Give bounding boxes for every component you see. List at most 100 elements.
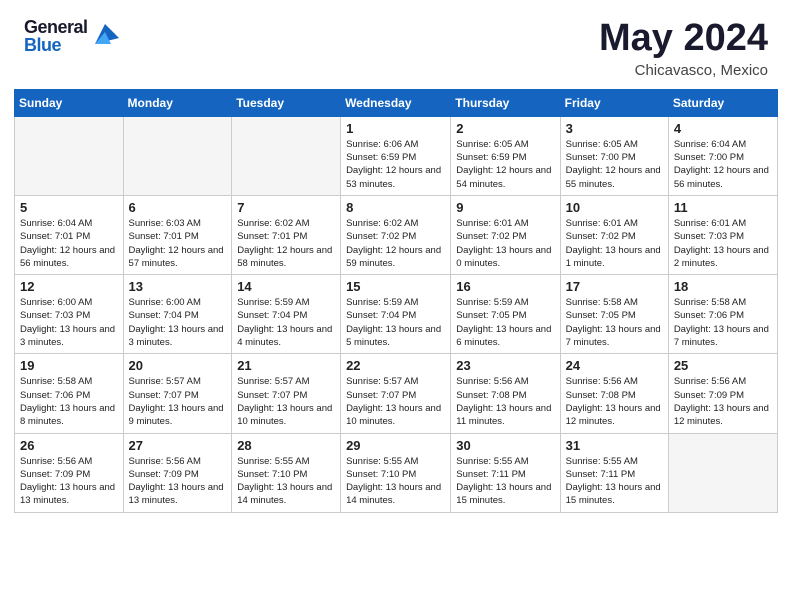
calendar-cell: 19Sunrise: 5:58 AMSunset: 7:06 PMDayligh…	[15, 354, 124, 433]
calendar-cell: 21Sunrise: 5:57 AMSunset: 7:07 PMDayligh…	[232, 354, 341, 433]
weekday-header-monday: Monday	[123, 89, 232, 116]
calendar-cell	[668, 433, 777, 512]
weekday-header-thursday: Thursday	[451, 89, 560, 116]
calendar-cell: 16 Sunrise: 5:59 AMSunset: 7:05 PMDayligh…	[451, 275, 560, 354]
calendar-cell: 4 Sunrise: 6:04 AMSunset: 7:00 PMDaylight…	[668, 116, 777, 195]
day-number: 26	[20, 438, 118, 453]
month-title: May 2024	[599, 18, 768, 60]
logo-blue: Blue	[24, 36, 88, 54]
day-number: 12	[20, 279, 118, 294]
cell-text: Sunrise: 5:58 AMSunset: 7:05 PMDaylight:…	[566, 296, 663, 349]
calendar-cell: 6Sunrise: 6:03 AMSunset: 7:01 PMDaylight…	[123, 195, 232, 274]
page: General Blue May 2024 Chicavasco, Mexico…	[0, 0, 792, 612]
week-row-1: 1 Sunrise: 6:06 AMSunset: 6:59 PMDaylight…	[15, 116, 778, 195]
calendar-cell: 2Sunrise: 6:05 AMSunset: 6:59 PMDaylight…	[451, 116, 560, 195]
cell-text: Sunrise: 5:59 AMSunset: 7:04 PMDaylight:…	[346, 296, 445, 349]
calendar-cell: 18 Sunrise: 5:58 AMSunset: 7:06 PMDayligh…	[668, 275, 777, 354]
day-number: 9	[456, 200, 554, 215]
cell-text: Sunrise: 6:02 AMSunset: 7:02 PMDaylight:…	[346, 217, 445, 270]
day-number: 21	[237, 358, 335, 373]
day-number: 25	[674, 358, 772, 373]
calendar-cell: 5Sunrise: 6:04 AMSunset: 7:01 PMDaylight…	[15, 195, 124, 274]
calendar-cell: 25 Sunrise: 5:56 AMSunset: 7:09 PMDayligh…	[668, 354, 777, 433]
calendar-cell: 26 Sunrise: 5:56 AMSunset: 7:09 PMDayligh…	[15, 433, 124, 512]
logo-icon	[91, 20, 119, 48]
day-number: 20	[129, 358, 227, 373]
day-number: 30	[456, 438, 554, 453]
day-number: 3	[566, 121, 663, 136]
calendar-cell: 31Sunrise: 5:55 AMSunset: 7:11 PMDayligh…	[560, 433, 668, 512]
day-number: 18	[674, 279, 772, 294]
day-number: 11	[674, 200, 772, 215]
day-number: 4	[674, 121, 772, 136]
header: General Blue May 2024 Chicavasco, Mexico	[0, 0, 792, 89]
calendar-cell: 1 Sunrise: 6:06 AMSunset: 6:59 PMDaylight…	[341, 116, 451, 195]
calendar-cell: 3 Sunrise: 6:05 AMSunset: 7:00 PMDaylight…	[560, 116, 668, 195]
location: Chicavasco, Mexico	[599, 62, 768, 79]
day-number: 2	[456, 121, 554, 136]
logo-general: General	[24, 18, 88, 36]
cell-text: Sunrise: 6:00 AMSunset: 7:03 PMDaylight:…	[20, 296, 118, 349]
calendar-cell: 28Sunrise: 5:55 AMSunset: 7:10 PMDayligh…	[232, 433, 341, 512]
cell-text: Sunrise: 6:01 AMSunset: 7:02 PMDaylight:…	[566, 217, 663, 270]
calendar-cell: 14 Sunrise: 5:59 AMSunset: 7:04 PMDayligh…	[232, 275, 341, 354]
day-number: 24	[566, 358, 663, 373]
calendar-cell: 20Sunrise: 5:57 AMSunset: 7:07 PMDayligh…	[123, 354, 232, 433]
weekday-header-row: SundayMondayTuesdayWednesdayThursdayFrid…	[15, 89, 778, 116]
day-number: 22	[346, 358, 445, 373]
cell-text: Sunrise: 5:58 AMSunset: 7:06 PMDaylight:…	[20, 375, 118, 428]
calendar-cell: 7Sunrise: 6:02 AMSunset: 7:01 PMDaylight…	[232, 195, 341, 274]
day-number: 8	[346, 200, 445, 215]
calendar-cell: 10 Sunrise: 6:01 AMSunset: 7:02 PMDayligh…	[560, 195, 668, 274]
cell-text: Sunrise: 5:56 AMSunset: 7:09 PMDaylight:…	[674, 375, 772, 428]
calendar-table: SundayMondayTuesdayWednesdayThursdayFrid…	[14, 89, 778, 513]
day-number: 1	[346, 121, 445, 136]
calendar-cell	[15, 116, 124, 195]
day-number: 6	[129, 200, 227, 215]
calendar-cell: 23Sunrise: 5:56 AMSunset: 7:08 PMDayligh…	[451, 354, 560, 433]
calendar-cell: 8 Sunrise: 6:02 AMSunset: 7:02 PMDaylight…	[341, 195, 451, 274]
day-number: 14	[237, 279, 335, 294]
calendar-cell: 13Sunrise: 6:00 AMSunset: 7:04 PMDayligh…	[123, 275, 232, 354]
cell-text: Sunrise: 6:05 AMSunset: 7:00 PMDaylight:…	[566, 138, 663, 191]
weekday-header-wednesday: Wednesday	[341, 89, 451, 116]
logo: General Blue	[24, 18, 119, 54]
calendar-cell: 22Sunrise: 5:57 AMSunset: 7:07 PMDayligh…	[341, 354, 451, 433]
cell-text: Sunrise: 5:56 AMSunset: 7:09 PMDaylight:…	[129, 455, 227, 508]
calendar-cell: 27Sunrise: 5:56 AMSunset: 7:09 PMDayligh…	[123, 433, 232, 512]
day-number: 29	[346, 438, 445, 453]
calendar-cell: 17Sunrise: 5:58 AMSunset: 7:05 PMDayligh…	[560, 275, 668, 354]
day-number: 10	[566, 200, 663, 215]
cell-text: Sunrise: 5:55 AMSunset: 7:11 PMDaylight:…	[566, 455, 663, 508]
cell-text: Sunrise: 5:56 AMSunset: 7:08 PMDaylight:…	[566, 375, 663, 428]
week-row-3: 12 Sunrise: 6:00 AMSunset: 7:03 PMDayligh…	[15, 275, 778, 354]
week-row-4: 19Sunrise: 5:58 AMSunset: 7:06 PMDayligh…	[15, 354, 778, 433]
title-area: May 2024 Chicavasco, Mexico	[599, 18, 768, 79]
weekday-header-sunday: Sunday	[15, 89, 124, 116]
week-row-2: 5Sunrise: 6:04 AMSunset: 7:01 PMDaylight…	[15, 195, 778, 274]
cell-text: Sunrise: 5:59 AMSunset: 7:04 PMDaylight:…	[237, 296, 335, 349]
calendar-cell: 15 Sunrise: 5:59 AMSunset: 7:04 PMDayligh…	[341, 275, 451, 354]
calendar-cell: 11Sunrise: 6:01 AMSunset: 7:03 PMDayligh…	[668, 195, 777, 274]
calendar-cell	[232, 116, 341, 195]
cell-text: Sunrise: 5:59 AMSunset: 7:05 PMDaylight:…	[456, 296, 554, 349]
cell-text: Sunrise: 5:55 AMSunset: 7:10 PMDaylight:…	[346, 455, 445, 508]
cell-text: Sunrise: 6:04 AMSunset: 7:00 PMDaylight:…	[674, 138, 772, 191]
cell-text: Sunrise: 6:06 AMSunset: 6:59 PMDaylight:…	[346, 138, 445, 191]
day-number: 7	[237, 200, 335, 215]
cell-text: Sunrise: 6:01 AMSunset: 7:02 PMDaylight:…	[456, 217, 554, 270]
calendar-wrapper: SundayMondayTuesdayWednesdayThursdayFrid…	[0, 89, 792, 523]
day-number: 16	[456, 279, 554, 294]
day-number: 23	[456, 358, 554, 373]
day-number: 15	[346, 279, 445, 294]
cell-text: Sunrise: 5:55 AMSunset: 7:10 PMDaylight:…	[237, 455, 335, 508]
calendar-cell: 24 Sunrise: 5:56 AMSunset: 7:08 PMDayligh…	[560, 354, 668, 433]
cell-text: Sunrise: 5:58 AMSunset: 7:06 PMDaylight:…	[674, 296, 772, 349]
week-row-5: 26 Sunrise: 5:56 AMSunset: 7:09 PMDayligh…	[15, 433, 778, 512]
cell-text: Sunrise: 6:04 AMSunset: 7:01 PMDaylight:…	[20, 217, 118, 270]
calendar-cell: 29 Sunrise: 5:55 AMSunset: 7:10 PMDayligh…	[341, 433, 451, 512]
cell-text: Sunrise: 5:55 AMSunset: 7:11 PMDaylight:…	[456, 455, 554, 508]
cell-text: Sunrise: 5:56 AMSunset: 7:09 PMDaylight:…	[20, 455, 118, 508]
weekday-header-saturday: Saturday	[668, 89, 777, 116]
weekday-header-tuesday: Tuesday	[232, 89, 341, 116]
